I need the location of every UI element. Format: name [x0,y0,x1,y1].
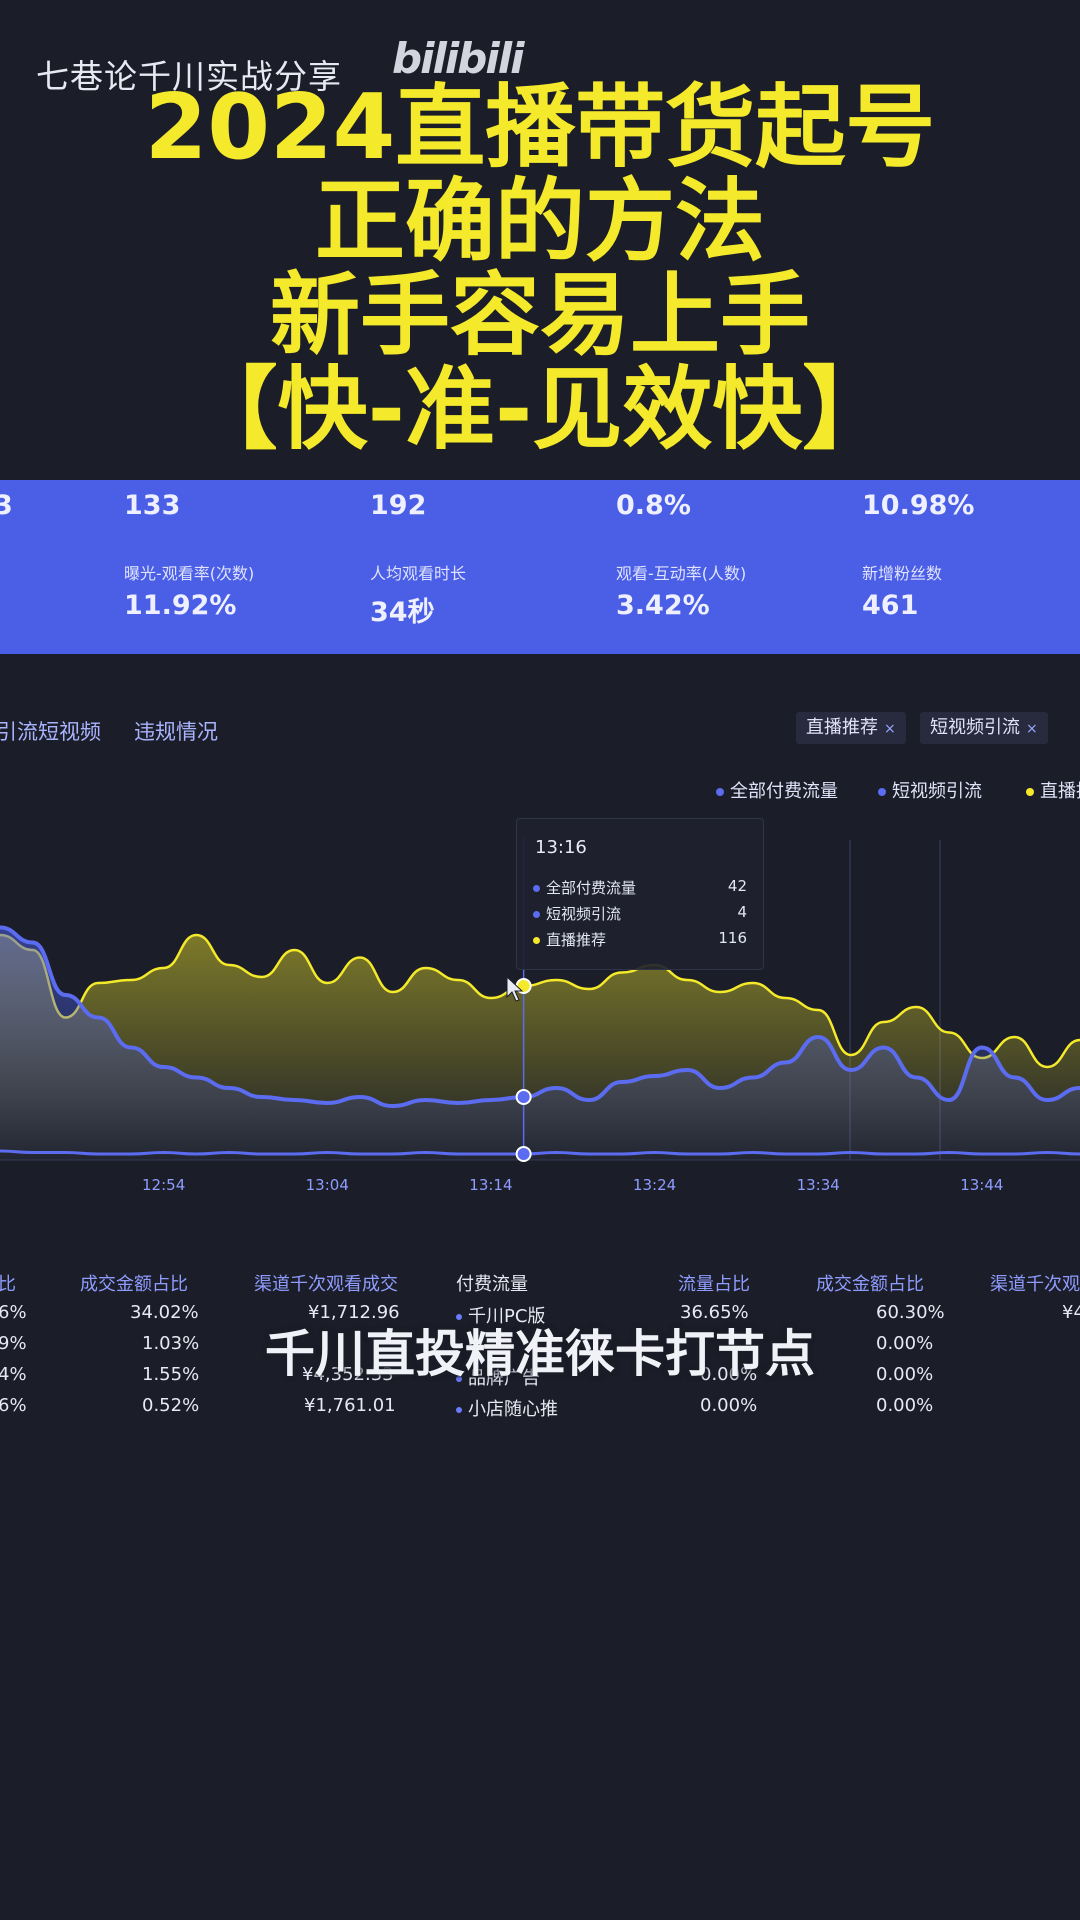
table-header: 渠道千次观看成交 [254,1274,398,1295]
series-dot [533,885,540,892]
stat-value: 192 [370,490,427,521]
series-dot [533,937,540,944]
legend-item-short-video[interactable]: 短视频引流 [878,777,982,803]
row-dot [456,1407,462,1413]
tab-traffic-short-video[interactable]: 引流短视频 [0,716,101,746]
legend-label: 直播推荐 [1040,781,1080,802]
table-cell: 0.00% [876,1395,934,1416]
stat-value: 34秒 [370,597,435,628]
filter-chip-label: 短视频引流 [930,717,1020,738]
highlight-point-3 [515,1146,532,1162]
stat-label: 新增粉丝数 [862,564,943,583]
table-row-xiaodian[interactable]: 小店随心推 [456,1395,558,1421]
title-line-2: 正确的方法 [315,169,765,274]
filter-chip-live-recommend[interactable]: 直播推荐 × [796,712,906,744]
legend-dot [1026,788,1034,796]
mouse-cursor-icon [506,976,524,1002]
title-line-1: 2024直播带货起号 [144,75,936,180]
table-header: 成交金额占比 [816,1274,924,1295]
table-cell: 6% [0,1395,27,1416]
tooltip-label: 短视频引流 [546,905,622,923]
legend-label: 短视频引流 [892,781,982,802]
stat-value: 461 [862,590,919,621]
stat-label: 观看-互动率(人数) [616,564,747,583]
stat-value: 133 [124,490,181,521]
table-cell: 0.00% [700,1395,758,1416]
stat-value: 3.42% [616,590,710,621]
tab-violations[interactable]: 违规情况 [134,716,218,746]
tooltip-value: 4 [737,903,747,921]
tooltip-label: 直播推荐 [546,931,607,949]
highlight-point-2 [515,1089,532,1105]
chart-tooltip: 13:16 全部付费流量 42 短视频引流 4 直播推荐 116 [516,818,764,970]
stat-value: 10.98% [862,490,975,521]
x-tick-label: 13:24 [633,1176,676,1194]
table-header: 付费流量 [456,1274,528,1295]
table-header: 成交金额占比 [80,1274,188,1295]
close-icon[interactable]: × [884,721,896,737]
stat-label: 曝光-观看率(次数) [124,564,255,583]
legend-item-all-paid[interactable]: 全部付费流量 [716,777,838,803]
video-subtitle: 千川直投精准徕卡打节点 [265,1325,815,1383]
table-header: 比 [0,1274,16,1295]
stat-value: 11.92% [124,590,237,621]
legend-label: 全部付费流量 [730,781,838,802]
table-cell: 0.52% [142,1395,200,1416]
table-header: 渠道千次观 [990,1274,1080,1295]
legend-dot [716,788,724,796]
stat-value: 0.8% [616,490,691,521]
legend-dot [878,788,886,796]
filter-chip-label: 直播推荐 [806,717,878,738]
tooltip-value: 42 [727,877,747,895]
tooltip-value: 116 [718,929,747,947]
x-tick-label: 13:14 [469,1176,512,1194]
close-icon[interactable]: × [1026,721,1038,737]
stat-label: 人均观看时长 [370,564,467,583]
table-cell: 小店随心推 [468,1399,558,1420]
tooltip-time: 13:16 [535,837,587,858]
table-header: 流量占比 [678,1274,750,1295]
tooltip-row: 短视频引流 4 [533,903,747,925]
title-line-3: 新手容易上手 [270,263,810,368]
filter-chip-short-video[interactable]: 短视频引流 × [920,712,1048,744]
stat-value: 3 [0,490,13,521]
legend-item-live-recommend[interactable]: 直播推荐 [1026,777,1080,803]
title-line-4: 【快-准-见效快】 [187,357,893,462]
tooltip-row: 直播推荐 116 [533,929,747,951]
tooltip-label: 全部付费流量 [546,879,637,897]
x-tick-label: 13:04 [306,1176,349,1194]
x-tick-label: 12:54 [142,1176,185,1194]
x-tick-label: 13:44 [960,1176,1003,1194]
stats-band: 3 133 192 0.8% 10.98% 曝光-观看率(次数) 人均观看时长 … [0,480,1080,654]
series-dot [533,911,540,918]
tooltip-row: 全部付费流量 42 [533,877,747,899]
x-tick-label: 13:34 [797,1176,840,1194]
table-cell: ¥1,761.01 [304,1395,396,1416]
